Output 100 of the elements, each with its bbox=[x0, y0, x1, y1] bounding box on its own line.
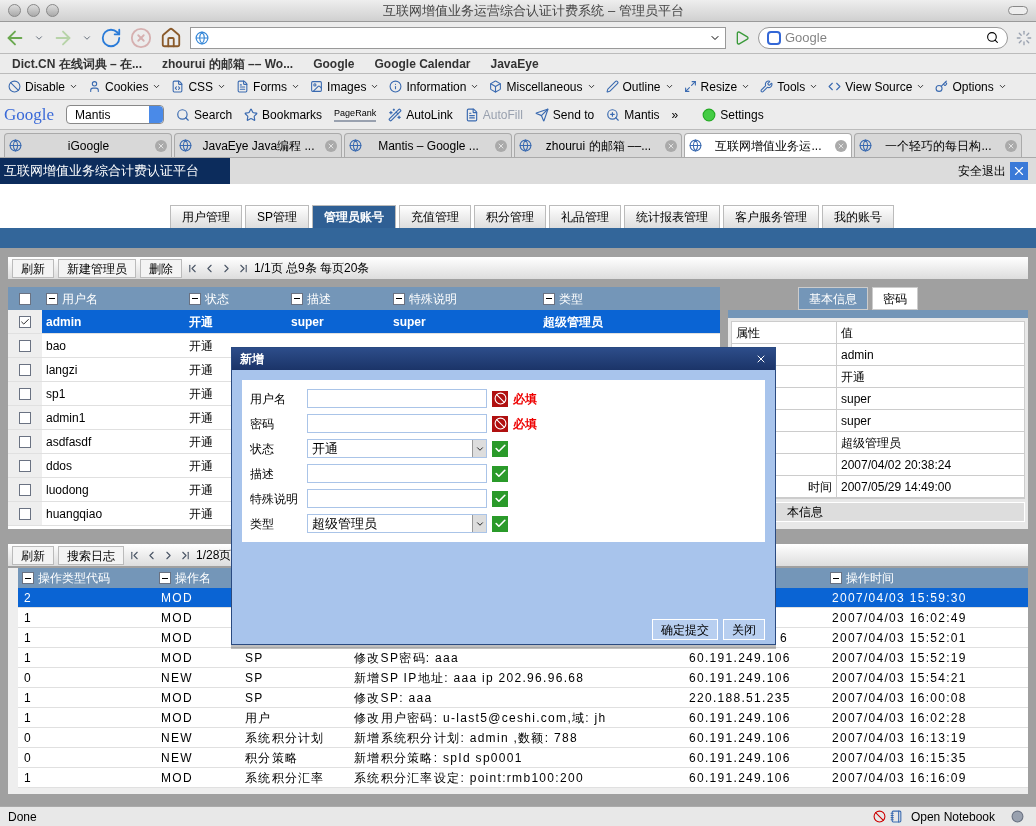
table-cell: 60.191.249.106 bbox=[689, 710, 791, 725]
column-header: 操作类型代码 bbox=[38, 570, 110, 587]
table-cell: SP bbox=[245, 670, 264, 685]
table-cell: 修改SP: aaa bbox=[354, 690, 433, 705]
property-value: 2007/04/02 20:38:24 bbox=[841, 456, 952, 474]
table-cell: 2007/04/03 16:15:35 bbox=[832, 750, 967, 765]
table-cell: 系统积分计划 bbox=[245, 730, 325, 745]
window-title: 互联网增值业务运营综合认证计费系统 – 管理员平台 bbox=[382, 1, 685, 20]
table-cell: 开通 bbox=[189, 410, 213, 425]
table-cell: admin1 bbox=[46, 410, 86, 425]
column-header: 属性 bbox=[732, 322, 837, 343]
table-cell: 修改SP密码: aaa bbox=[354, 650, 459, 665]
table-cell: 开通 bbox=[189, 362, 213, 377]
table-cell: 2 bbox=[24, 590, 32, 605]
status-text: Done bbox=[8, 808, 38, 826]
table-cell: MOD bbox=[161, 590, 193, 605]
table-cell: admin bbox=[46, 314, 82, 329]
table-cell: 新增积分策略: spId sp0001 bbox=[354, 750, 523, 765]
column-header: 特殊说明 bbox=[409, 290, 457, 308]
table-cell: 60.191.249.106 bbox=[689, 650, 791, 665]
table-cell: 1 bbox=[24, 690, 32, 705]
column-header: 操作名 bbox=[175, 570, 211, 587]
table-cell: 1 bbox=[24, 610, 32, 625]
table-cell: super bbox=[291, 314, 324, 329]
required-hint: 必填 bbox=[513, 415, 537, 433]
section-title: 本信息 bbox=[787, 504, 823, 521]
field-label: 状态 bbox=[250, 440, 275, 458]
table-cell: 60.191.249.106 bbox=[689, 770, 791, 785]
table-cell: MOD bbox=[161, 630, 193, 645]
table-cell: 1 bbox=[24, 770, 32, 785]
table-cell: 超级管理员 bbox=[543, 314, 603, 329]
column-header: 操作时间 bbox=[846, 570, 894, 587]
table-cell: 2007/04/03 15:59:30 bbox=[832, 590, 967, 605]
table-cell: 60.191.249.106 bbox=[689, 670, 791, 685]
table-cell: 积分策略 bbox=[245, 750, 299, 765]
site-header: 互联网增值业务综合计费认证平台 bbox=[0, 158, 230, 184]
table-cell: 修改用户密码: u-last5@ceshi.com,域: jh bbox=[354, 710, 607, 725]
field-label: 类型 bbox=[250, 515, 275, 533]
column-header: 值 bbox=[840, 324, 854, 342]
column-header: 状态 bbox=[205, 290, 229, 308]
field-label: 用户名 bbox=[250, 390, 287, 408]
table-cell: 新增SP IP地址: aaa ip 202.96.96.68 bbox=[354, 670, 585, 685]
property-value: 超级管理员 bbox=[841, 434, 901, 452]
pager-text: 1/1页 总9条 每页20条 bbox=[254, 260, 370, 277]
table-cell: 开通 bbox=[189, 338, 213, 353]
table-cell: 用户 bbox=[245, 710, 272, 725]
table-cell: 开通 bbox=[189, 458, 213, 473]
table-cell: MOD bbox=[161, 610, 193, 625]
table-cell: langzi bbox=[46, 362, 78, 377]
field-label: 描述 bbox=[250, 465, 275, 483]
table-cell: 开通 bbox=[189, 434, 213, 449]
table-cell: 2007/04/03 16:16:09 bbox=[832, 770, 967, 785]
table-cell: 60.191.249.106 bbox=[689, 750, 791, 765]
table-cell: MOD bbox=[161, 650, 193, 665]
property-value: 2007/05/29 14:49:00 bbox=[841, 478, 952, 496]
table-cell: 6 bbox=[780, 630, 788, 645]
table-cell: 60.191.249.106 bbox=[689, 730, 791, 745]
table-cell: 1 bbox=[24, 650, 32, 665]
table-cell: 2007/04/03 15:54:21 bbox=[832, 670, 967, 685]
pager-text: 1/28页 bbox=[196, 547, 232, 564]
field-label: 特殊说明 bbox=[250, 490, 299, 508]
table-cell: sp1 bbox=[46, 386, 66, 401]
table-cell: 开通 bbox=[189, 482, 213, 497]
table-cell: 新增系统积分计划: admin ,数额: 788 bbox=[354, 730, 578, 745]
table-cell: SP bbox=[245, 650, 264, 665]
table-cell: 220.188.51.235 bbox=[689, 690, 791, 705]
table-cell: 2007/04/03 16:02:49 bbox=[832, 610, 967, 625]
property-value: super bbox=[841, 412, 872, 430]
field-label: 密码 bbox=[250, 415, 275, 433]
property-value: super bbox=[841, 390, 872, 408]
table-cell: NEW bbox=[161, 670, 193, 685]
table-cell: 开通 bbox=[189, 314, 213, 329]
table-cell: luodong bbox=[46, 482, 89, 497]
column-header: 类型 bbox=[559, 290, 583, 308]
table-cell: 2007/04/03 16:13:19 bbox=[832, 730, 967, 745]
table-cell: NEW bbox=[161, 750, 193, 765]
table-cell: huangqiao bbox=[46, 506, 103, 521]
table-cell: bao bbox=[46, 338, 67, 353]
table-cell: NEW bbox=[161, 730, 193, 745]
column-header: 描述 bbox=[307, 290, 331, 308]
table-cell: 2007/04/03 16:02:28 bbox=[832, 710, 967, 725]
table-cell: 系统积分汇率设定: point:rmb100:200 bbox=[354, 770, 584, 785]
table-cell: 2007/04/03 15:52:19 bbox=[832, 650, 967, 665]
table-cell: 开通 bbox=[189, 506, 213, 521]
property-value: admin bbox=[841, 346, 874, 364]
table-cell: 开通 bbox=[189, 386, 213, 401]
table-cell: 0 bbox=[24, 670, 32, 685]
table-cell: 1 bbox=[24, 710, 32, 725]
table-cell: 1 bbox=[24, 630, 32, 645]
property-label: 时间 bbox=[808, 478, 832, 496]
table-cell: 系统积分汇率 bbox=[245, 770, 325, 785]
required-hint: 必填 bbox=[513, 390, 537, 408]
table-cell: MOD bbox=[161, 770, 193, 785]
table-cell: ddos bbox=[46, 458, 73, 473]
table-cell: MOD bbox=[161, 690, 193, 705]
table-cell: 2007/04/03 15:52:01 bbox=[832, 630, 967, 645]
table-cell: 2007/04/03 16:00:08 bbox=[832, 690, 967, 705]
property-value: 开通 bbox=[841, 368, 865, 386]
table-cell: asdfasdf bbox=[46, 434, 92, 449]
table-cell: super bbox=[393, 314, 426, 329]
